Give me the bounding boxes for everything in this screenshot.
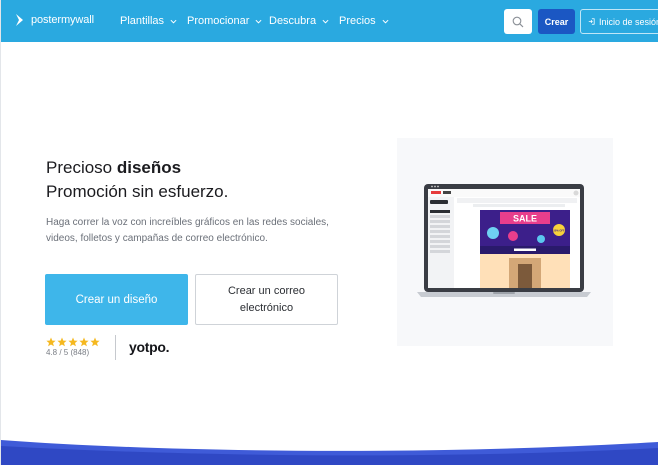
nav-item-label: Plantillas (120, 15, 165, 27)
laptop-illustration: SALE 50% OFF (417, 184, 591, 297)
create-email-button[interactable]: Crear un correo electrónico (195, 274, 338, 325)
chevron-down-icon (382, 19, 389, 24)
create-design-button[interactable]: Crear un diseño (45, 274, 188, 325)
nav-item-plantillas[interactable]: Plantillas (120, 15, 177, 27)
headline-highlight: diseños (117, 156, 181, 180)
nav-item-label: Precios (339, 15, 376, 27)
nav-item-label: Promocionar (187, 15, 250, 27)
hero-preview-panel: SALE 50% OFF (397, 138, 613, 346)
discount-badge: 50% OFF (553, 229, 565, 233)
headline-line2: Promoción sin esfuerzo. (46, 182, 229, 201)
hero-description: Haga correr la voz con increíbles gráfic… (46, 217, 329, 244)
login-button[interactable]: Inicio de sesión (580, 9, 658, 34)
star-icon (68, 337, 78, 347)
top-navbar: postermywall Plantillas Promocionar Desc… (1, 0, 658, 42)
hero-headline: Precioso diseños Promoción sin esfuerzo. (46, 156, 228, 204)
star-icon (57, 337, 67, 347)
chevron-down-icon (170, 19, 177, 24)
sale-text: SALE (513, 214, 537, 224)
chevron-down-icon (322, 19, 329, 24)
bottom-wave-decoration (1, 440, 658, 465)
star-icon (46, 337, 56, 347)
rating: 4.8 / 5 (848) (46, 337, 100, 357)
page: postermywall Plantillas Promocionar Desc… (0, 0, 658, 465)
brand-logo[interactable]: postermywall (15, 13, 94, 27)
nav-item-descubra[interactable]: Descubra (269, 15, 329, 27)
yotpo-logo: yotpo. (129, 339, 170, 355)
chevron-down-icon (255, 19, 262, 24)
login-icon (588, 18, 595, 25)
star-icon (90, 337, 100, 347)
create-button[interactable]: Crear (538, 9, 575, 34)
rating-text: 4.8 / 5 (848) (46, 348, 90, 357)
star-icon (79, 337, 89, 347)
logo-icon (16, 14, 23, 26)
nav-item-label: Descubra (269, 15, 317, 27)
search-icon (512, 16, 524, 27)
nav-item-promocionar[interactable]: Promocionar (187, 15, 262, 27)
login-label: Inicio de sesión (598, 16, 658, 27)
search-button[interactable] (504, 9, 532, 34)
headline-prefix: Precioso (46, 158, 113, 177)
brand-name: postermywall (31, 14, 94, 26)
rating-stars (46, 337, 100, 347)
rating-divider (115, 335, 116, 360)
nav-item-precios[interactable]: Precios (339, 15, 389, 27)
